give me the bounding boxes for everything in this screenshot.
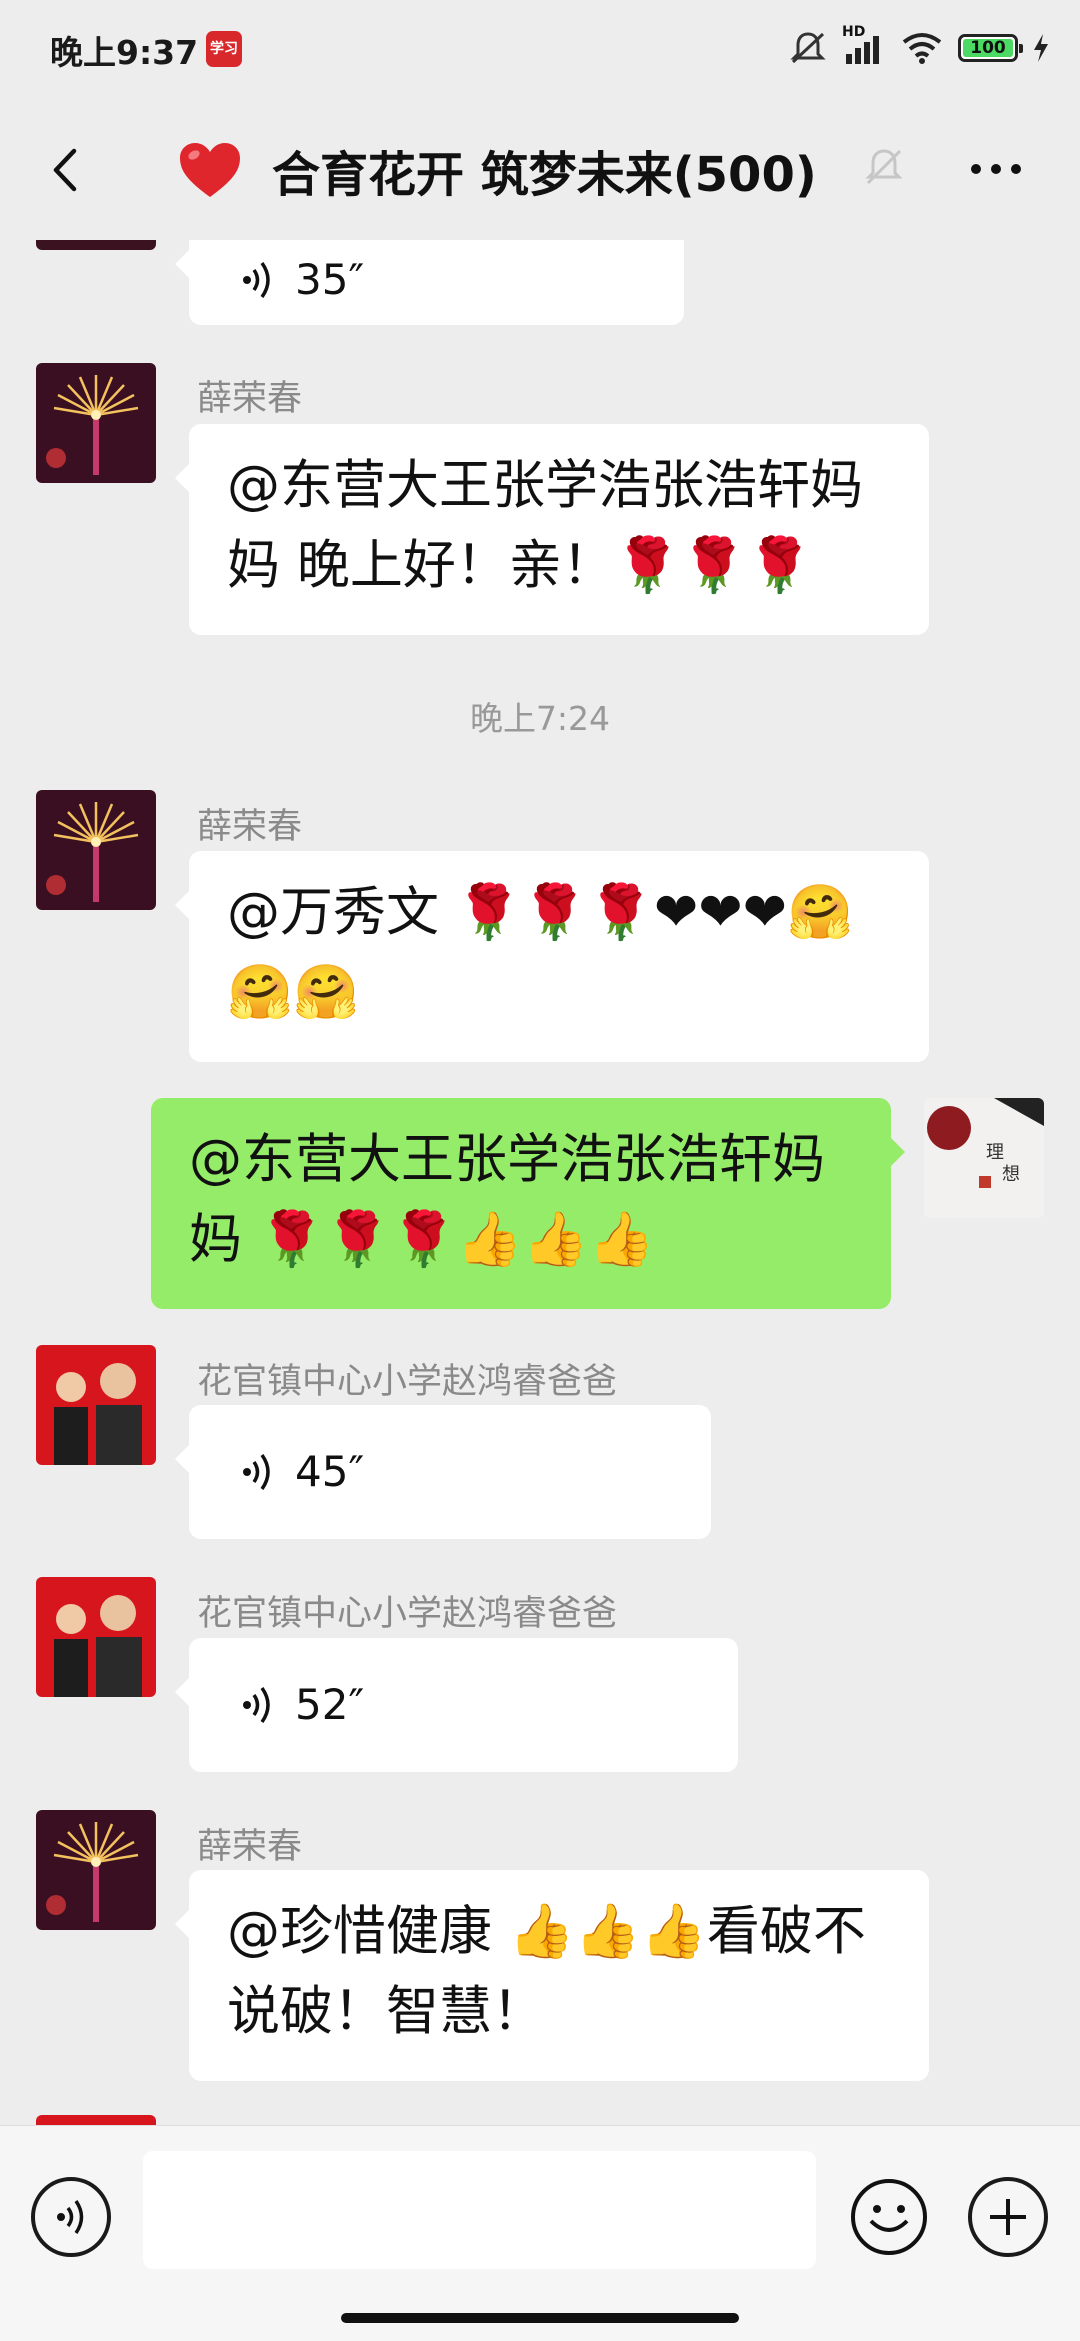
fireworks-avatar-image <box>36 1810 156 1930</box>
chat-title-area[interactable]: 合育花开 筑梦未来(500) <box>178 132 817 208</box>
message-input[interactable] <box>143 2151 816 2269</box>
plus-icon[interactable] <box>968 2177 1048 2257</box>
calligraphy-avatar-image: 理 想 <box>924 1098 1044 1218</box>
red-heart-icon <box>180 143 240 197</box>
voice-message[interactable]: 45″ <box>175 1405 711 1539</box>
svg-text:想: 想 <box>1002 1164 1020 1185</box>
sender-name: 薛荣春 <box>197 379 303 419</box>
voice-input-icon[interactable] <box>31 2177 111 2257</box>
text-message[interactable]: @万秀文 🌹🌹🌹❤❤❤🤗🤗🤗 <box>175 851 929 1062</box>
avatar[interactable] <box>36 363 156 483</box>
sender-name: 薛荣春 <box>197 807 303 847</box>
voice-duration: 52″ <box>295 1680 365 1729</box>
timestamp: 晚上7:24 <box>469 699 611 738</box>
app-notification-icon: 学习 <box>206 31 242 67</box>
back-icon[interactable] <box>42 145 92 195</box>
status-icons: HD 100 <box>788 24 1050 70</box>
mute-status-icon <box>790 32 826 64</box>
voice-message[interactable]: 35″ <box>175 240 684 325</box>
avatar[interactable] <box>36 1345 156 1465</box>
input-bar <box>0 2125 1080 2341</box>
status-time: 晚上9:37 <box>50 33 199 72</box>
chat-title: 合育花开 筑梦未来(500) <box>272 147 817 203</box>
voice-duration: 35″ <box>295 254 365 304</box>
status-bar: 晚上9:37 学习 HD 100 <box>0 0 1080 100</box>
avatar[interactable] <box>36 1577 156 1697</box>
signal-icon: HD <box>842 24 886 66</box>
avatar[interactable] <box>36 1810 156 1930</box>
message-text: @万秀文 🌹🌹🌹❤❤❤🤗🤗🤗 <box>227 882 854 1023</box>
voice-wave-icon <box>243 1686 270 1724</box>
my-text-message[interactable]: @东营大王张学浩张浩轩妈妈 🌹🌹🌹👍👍👍 <box>151 1098 905 1309</box>
avatar[interactable] <box>36 240 156 250</box>
sender-name: 薛荣春 <box>197 1827 303 1867</box>
text-message[interactable]: @珍惜健康 👍👍👍看破不说破！智慧！ <box>175 1870 929 2081</box>
wifi-icon <box>902 33 942 64</box>
voice-duration: 45″ <box>295 1447 365 1496</box>
voice-wave-icon <box>243 1453 270 1491</box>
father-son-avatar-image <box>36 1345 156 1465</box>
signal-bars-icon <box>846 36 879 64</box>
muted-bell-icon <box>865 149 903 185</box>
message-text: @东营大王张学浩张浩轩妈妈 🌹🌹🌹👍👍👍 <box>189 1129 825 1270</box>
svg-text:理: 理 <box>986 1142 1004 1163</box>
avatar[interactable] <box>36 790 156 910</box>
battery-level: 100 <box>963 39 1013 57</box>
battery-icon: 100 <box>958 34 1023 62</box>
chat-header: 合育花开 筑梦未来(500) <box>0 100 1080 240</box>
avatar[interactable] <box>36 2115 156 2125</box>
home-indicator[interactable] <box>341 2313 739 2323</box>
my-avatar[interactable]: 理 想 <box>924 1098 1044 1218</box>
charging-icon <box>1034 34 1048 62</box>
more-dots-icon[interactable] <box>966 154 1026 184</box>
fireworks-avatar-image <box>36 790 156 910</box>
message-text: @珍惜健康 👍👍👍看破不说破！智慧！ <box>227 1901 866 2042</box>
sender-name: 花官镇中心小学赵鸿睿爸爸 <box>197 1362 618 1402</box>
sender-name: 花官镇中心小学赵鸿睿爸爸 <box>197 1594 618 1634</box>
message-text: @东营大王张学浩张浩轩妈妈 晚上好！亲！🌹🌹🌹 <box>227 455 863 596</box>
voice-wave-icon <box>243 261 270 298</box>
voice-message[interactable]: 52″ <box>175 1638 738 1772</box>
text-message[interactable]: @东营大王张学浩张浩轩妈妈 晚上好！亲！🌹🌹🌹 <box>175 424 929 635</box>
fireworks-avatar-image <box>36 363 156 483</box>
emoji-icon[interactable] <box>849 2177 929 2257</box>
father-son-avatar-image <box>36 1577 156 1697</box>
message-list[interactable]: 35″ 薛荣春 @东营大王张学浩张浩轩妈妈 晚上好！亲！🌹🌹🌹 晚上7:24 薛… <box>0 240 1080 2125</box>
